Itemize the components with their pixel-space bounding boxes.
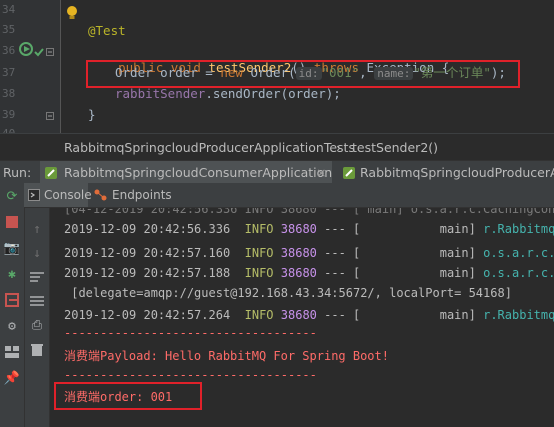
log-line: 2019-12-09 20:42:57.188 INFO 38680 --- [… [64,266,554,280]
breadcrumb-method[interactable]: testSender2() [352,140,438,155]
scroll-up-icon[interactable]: ↑ [27,220,47,238]
run-tab-label: RabbitmqSpringcloudProducerApp [360,165,554,180]
highlight-box [86,60,520,88]
close-tab-icon[interactable]: × [316,161,326,184]
spring-boot-icon [45,167,57,179]
line-number: 38 [2,87,16,100]
run-tab-producer[interactable]: RabbitmqSpringcloudProducerApp [338,161,554,184]
console-icon [28,189,40,201]
payload-output: 消费端Payload: Hello RabbitMQ For Spring Bo… [64,349,389,363]
fold-icon[interactable] [46,48,54,56]
run-tool-strip: ⟳ 📷 ✱ ⚙ 📌 [0,183,25,427]
divider-line: ----------------------------------- [64,368,317,382]
log-line: 2019-12-09 20:42:57.264 INFO 38680 --- [… [64,308,554,322]
trash-icon[interactable] [27,340,47,358]
tab-endpoints[interactable]: Endpoints [92,183,192,207]
test-passed-icon [34,48,44,57]
console-output[interactable]: [04-12-2019 20:42:56.336 INFO 38680 --- … [50,208,554,427]
rerun-icon[interactable]: ⟳ [2,187,22,205]
send-order-line: rabbitSender.sendOrder(order); [115,86,341,101]
scroll-to-end-icon[interactable] [27,292,47,310]
log-line: [delegate=amqp://guest@192.168.43.34:567… [64,286,512,300]
camera-icon[interactable]: 📷 [2,239,22,257]
code-editor[interactable]: 34 35 36 37 38 39 40 @Test [0,0,554,133]
breadcrumb-class[interactable]: RabbitmqSpringcloudProducerApplicationTe… [64,140,355,155]
soft-wrap-icon[interactable] [27,268,47,286]
breadcrumb-separator: › [336,140,341,155]
breadcrumb: RabbitmqSpringcloudProducerApplicationTe… [0,133,554,161]
run-tab-label: RabbitmqSpringcloudConsumerApplication [64,165,333,180]
line-number: 35 [2,23,16,36]
exit-icon[interactable] [2,291,22,309]
endpoints-icon [94,189,107,201]
line-number: 37 [2,66,16,79]
layout-icon[interactable] [2,343,22,361]
print-icon[interactable]: ⎙ [27,316,47,334]
console-tool-strip: ↑ ↓ ⎙ [25,208,50,427]
run-label: Run: [3,165,32,180]
log-line: 2019-12-09 20:42:56.336 INFO 38680 --- [… [64,222,554,236]
run-test-icon[interactable] [19,41,35,57]
run-tab-consumer[interactable]: RabbitmqSpringcloudConsumerApplication × [40,161,332,184]
run-toolbar: Run: RabbitmqSpringcloudConsumerApplicat… [0,160,554,184]
editor-gutter: 34 35 36 37 38 39 40 [0,0,77,133]
stop-icon[interactable] [2,213,22,231]
code-annotation: @Test [88,23,126,38]
divider-line: ----------------------------------- [64,326,317,340]
console-tabs: Console Endpoints [24,183,554,208]
lightbulb-icon[interactable] [66,5,78,21]
log-line: 2019-12-09 20:42:57.160 INFO 38680 --- [… [64,246,554,260]
line-number: 39 [2,108,16,121]
tab-label: Console [44,188,92,202]
scroll-down-icon[interactable]: ↓ [27,244,47,262]
line-number: 34 [2,3,16,16]
tab-console[interactable]: Console [24,183,92,207]
closing-brace: } [88,107,96,122]
settings-icon[interactable]: ⚙ [2,317,22,335]
highlight-box [54,382,202,410]
fold-icon[interactable] [46,112,54,120]
tab-label: Endpoints [112,188,172,202]
line-number: 36 [2,44,16,57]
spring-boot-icon [343,167,355,179]
pin-icon[interactable]: 📌 [2,369,22,387]
debug-icon[interactable]: ✱ [2,265,22,283]
truncated-log-line: [04-12-2019 20:42:56.336 INFO 38680 --- … [64,208,554,216]
